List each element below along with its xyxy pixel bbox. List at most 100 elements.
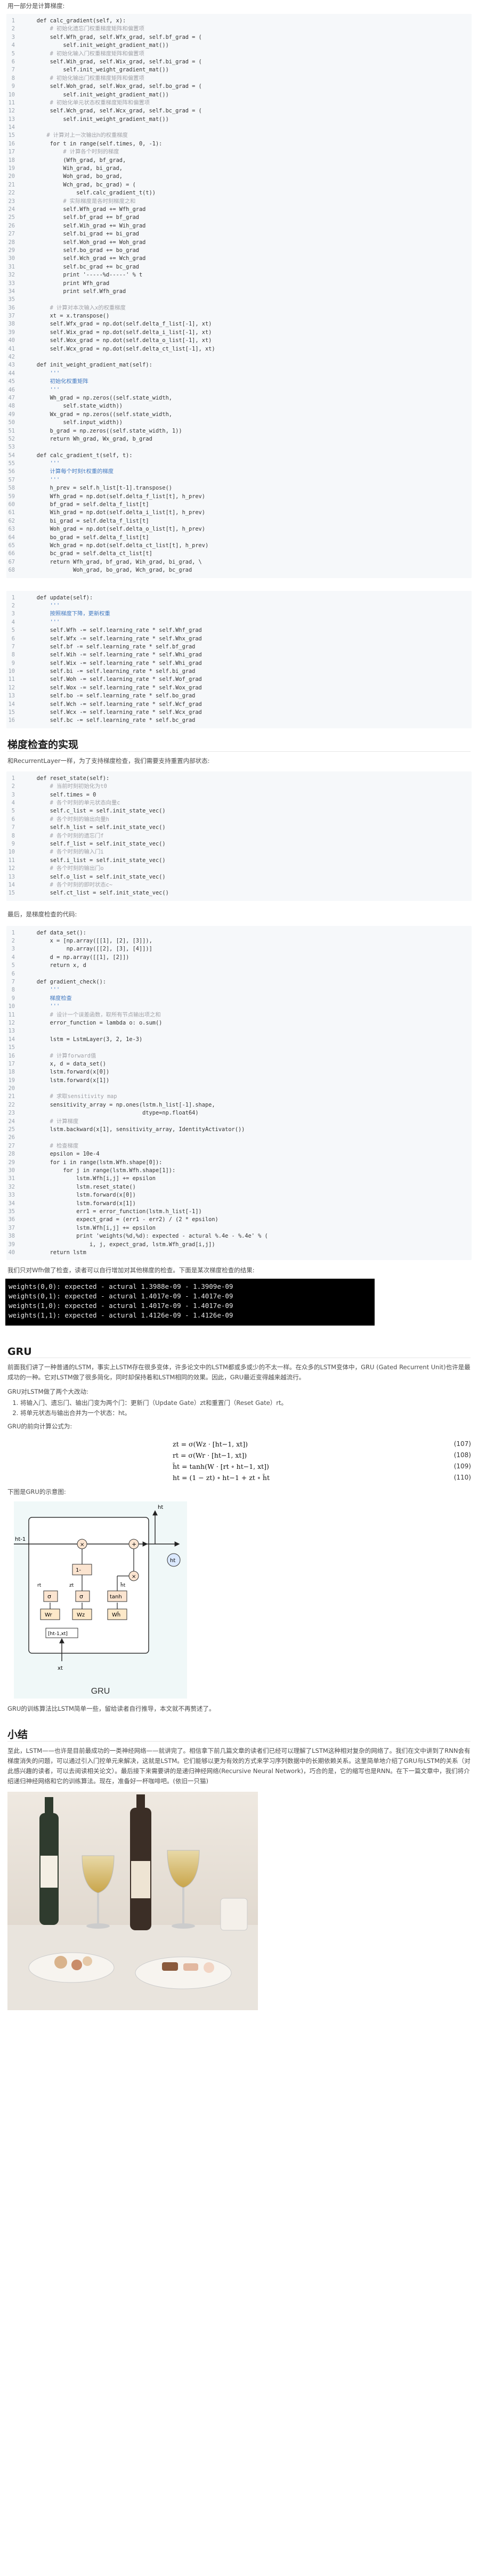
code-text: print self.Wfh_grad — [23, 288, 126, 295]
code-text: ''' — [23, 386, 60, 393]
code-line: 30 self.Wch_grad += Wch_grad — [6, 255, 472, 263]
line-number: 28 — [8, 1151, 15, 1158]
code-line: 2 x = [np.array([[1], [2], [3]]), — [6, 937, 472, 945]
code-line: 34 lstm.forward(x[1]) — [6, 1200, 472, 1208]
code-line: 33 print Wfh_grad — [6, 280, 472, 288]
code-line: 40 self.Wox_grad = np.dot(self.delta_o_l… — [6, 337, 472, 345]
line-number: 13 — [8, 116, 15, 123]
code-text: # 设计一个误差函数，取所有节点输出项之和 — [23, 1011, 161, 1018]
line-number: 10 — [8, 668, 15, 675]
code-line: 54 def calc_gradient_t(self, t): — [6, 452, 472, 460]
code-text: self.state_width)) — [23, 403, 123, 410]
code-line: 4 d = np.array([[1], [2]]) — [6, 954, 472, 962]
line-number: 4 — [11, 619, 15, 625]
code-line: 11 self.i_list = self.init_state_vec() — [6, 857, 472, 865]
code-line: 17 x, d = data_set() — [6, 1060, 472, 1068]
line-number: 14 — [8, 881, 15, 888]
code-text: def init_weight_gradient_mat(self): — [23, 362, 152, 369]
line-number: 58 — [8, 485, 15, 492]
code-line: 14 — [6, 124, 472, 132]
code-text: self.Wfh_grad, self.Wfx_grad, self.bf_gr… — [23, 34, 202, 40]
plate — [135, 1956, 232, 1989]
code-line: 49 Wx_grad = np.zeros((self.state_width, — [6, 411, 472, 419]
code-line: 15 self.Wcx -= self.learning_rate * self… — [6, 709, 472, 717]
line-number: 37 — [8, 1224, 15, 1231]
code-text: np.array([[2], [3], [4]])] — [23, 946, 152, 953]
code-text: Wch_grad = np.dot(self.delta_ct_list[t],… — [23, 542, 209, 549]
line-number: 2 — [11, 26, 15, 32]
code-line: 50 self.input_width)) — [6, 419, 472, 427]
code-line: 28 epsilon = 10e-4 — [6, 1150, 472, 1158]
line-number: 38 — [8, 1233, 15, 1240]
code-text: self.bc -= self.learning_rate * self.bc_… — [23, 717, 196, 724]
code-text: ''' — [23, 476, 60, 483]
line-number: 17 — [8, 149, 15, 156]
line-number: 56 — [8, 468, 15, 475]
code-line: 68 Woh_grad, bo_grad, Wch_grad, bc_grad — [6, 566, 472, 574]
code-line: 41 self.Wcx_grad = np.dot(self.delta_ct_… — [6, 345, 472, 353]
code-line: 55 ''' — [6, 460, 472, 468]
code-text: self.Woh_grad += Woh_grad — [23, 239, 146, 246]
line-number: 62 — [8, 517, 15, 524]
code-text: # 计算对本次输入x的权重梯度 — [23, 304, 126, 311]
code-text: b_grad = np.zeros((self.state_width, 1)) — [23, 427, 182, 434]
line-number: 4 — [11, 42, 15, 49]
code-text: # 计算各个时刻的梯度 — [23, 149, 119, 156]
code-text: def gradient_check(): — [23, 979, 106, 986]
code-text: self.Wih_grad, self.Wix_grad, self.bi_gr… — [23, 58, 202, 65]
line-number: 64 — [8, 534, 15, 541]
line-number: 36 — [8, 1216, 15, 1223]
code-line: 31 lstm.Wfh[i,j] += epsilon — [6, 1175, 472, 1183]
code-line: 15 self.ct_list = self.init_state_vec() — [6, 889, 472, 897]
code-line: 23 # 实际梯度是各时刻梯度之和 — [6, 198, 472, 206]
line-number: 65 — [8, 542, 15, 549]
code-line: 9 self.f_list = self.init_state_vec() — [6, 840, 472, 848]
code-line: 16 for t in range(self.times, 0, -1): — [6, 140, 472, 148]
code-line: 29 self.bo_grad += bo_grad — [6, 247, 472, 255]
code-text: def calc_gradient_t(self, t): — [23, 452, 133, 459]
code-line: 21 # 求取sensitivity map — [6, 1093, 472, 1101]
code-text: self.Wfh_grad += Wfh_grad — [23, 206, 146, 213]
code-text: self.i_list = self.init_state_vec() — [23, 857, 166, 864]
code-text: print Wfh_grad — [23, 280, 110, 287]
code-text: self.Wox_grad = np.dot(self.delta_o_list… — [23, 337, 212, 344]
code-line: 5 return x, d — [6, 962, 472, 970]
code-text: self.Wcx_grad = np.dot(self.delta_ct_lis… — [23, 345, 215, 352]
code-line: 11 self.Woh -= self.learning_rate * self… — [6, 676, 472, 684]
code-line: 12 # 各个时刻的输出门o — [6, 865, 472, 873]
code-line: 19 lstm.forward(x[1]) — [6, 1077, 472, 1085]
line-number: 11 — [8, 1011, 15, 1018]
line-number: 8 — [11, 652, 15, 659]
code-line: 35 err1 = error_function(lstm.h_list[-1]… — [6, 1208, 472, 1216]
code-line: 7 def gradient_check(): — [6, 978, 472, 986]
line-number: 13 — [8, 693, 15, 700]
svg-text:1-: 1- — [76, 1567, 81, 1573]
code-line: 16 # 计算forward值 — [6, 1052, 472, 1060]
code-line: 36 # 计算对本次输入x的权重梯度 — [6, 304, 472, 312]
line-number: 11 — [8, 99, 15, 106]
line-number: 2 — [11, 602, 15, 609]
code-line: 29 for i in range(lstm.Wfh.shape[0]): — [6, 1159, 472, 1167]
code-text: # 各个时刻的即时状态c~ — [23, 881, 113, 888]
code-text: i, j, expect_grad, lstm.Wfh_grad[i,j]) — [23, 1241, 215, 1248]
code-line: 48 self.state_width)) — [6, 402, 472, 410]
code-text: lstm = LstmLayer(3, 2, 1e-3) — [23, 1036, 143, 1043]
code-line: 18 (Wfh_grad, bf_grad, — [6, 157, 472, 165]
code-text: # 当前时刻初始化为t0 — [23, 783, 107, 790]
line-number: 29 — [8, 1159, 15, 1166]
svg-text:σ: σ — [47, 1593, 51, 1600]
code-text: # 初始化输出门权重梯度矩阵和偏置项 — [23, 75, 144, 82]
code-line: 8 # 各个时刻的遗忘门f — [6, 832, 472, 840]
code-line: 3 self.times = 0 — [6, 791, 472, 799]
line-number: 18 — [8, 1069, 15, 1076]
code-line: 3 np.array([[2], [3], [4]])] — [6, 945, 472, 953]
code-line: 27 # 检查梯度 — [6, 1142, 472, 1150]
line-number: 15 — [8, 1044, 15, 1051]
line-number: 39 — [8, 329, 15, 336]
code-text: self.Wch_grad, self.Wcx_grad, self.bc_gr… — [23, 108, 202, 115]
code-text: (Wfh_grad, bf_grad, — [23, 157, 126, 164]
code-line: 32 lstm.reset_state() — [6, 1183, 472, 1191]
code-text: self.ct_list = self.init_state_vec() — [23, 890, 169, 897]
line-number: 12 — [8, 1019, 15, 1026]
code-line: 10 ''' — [6, 1003, 472, 1011]
